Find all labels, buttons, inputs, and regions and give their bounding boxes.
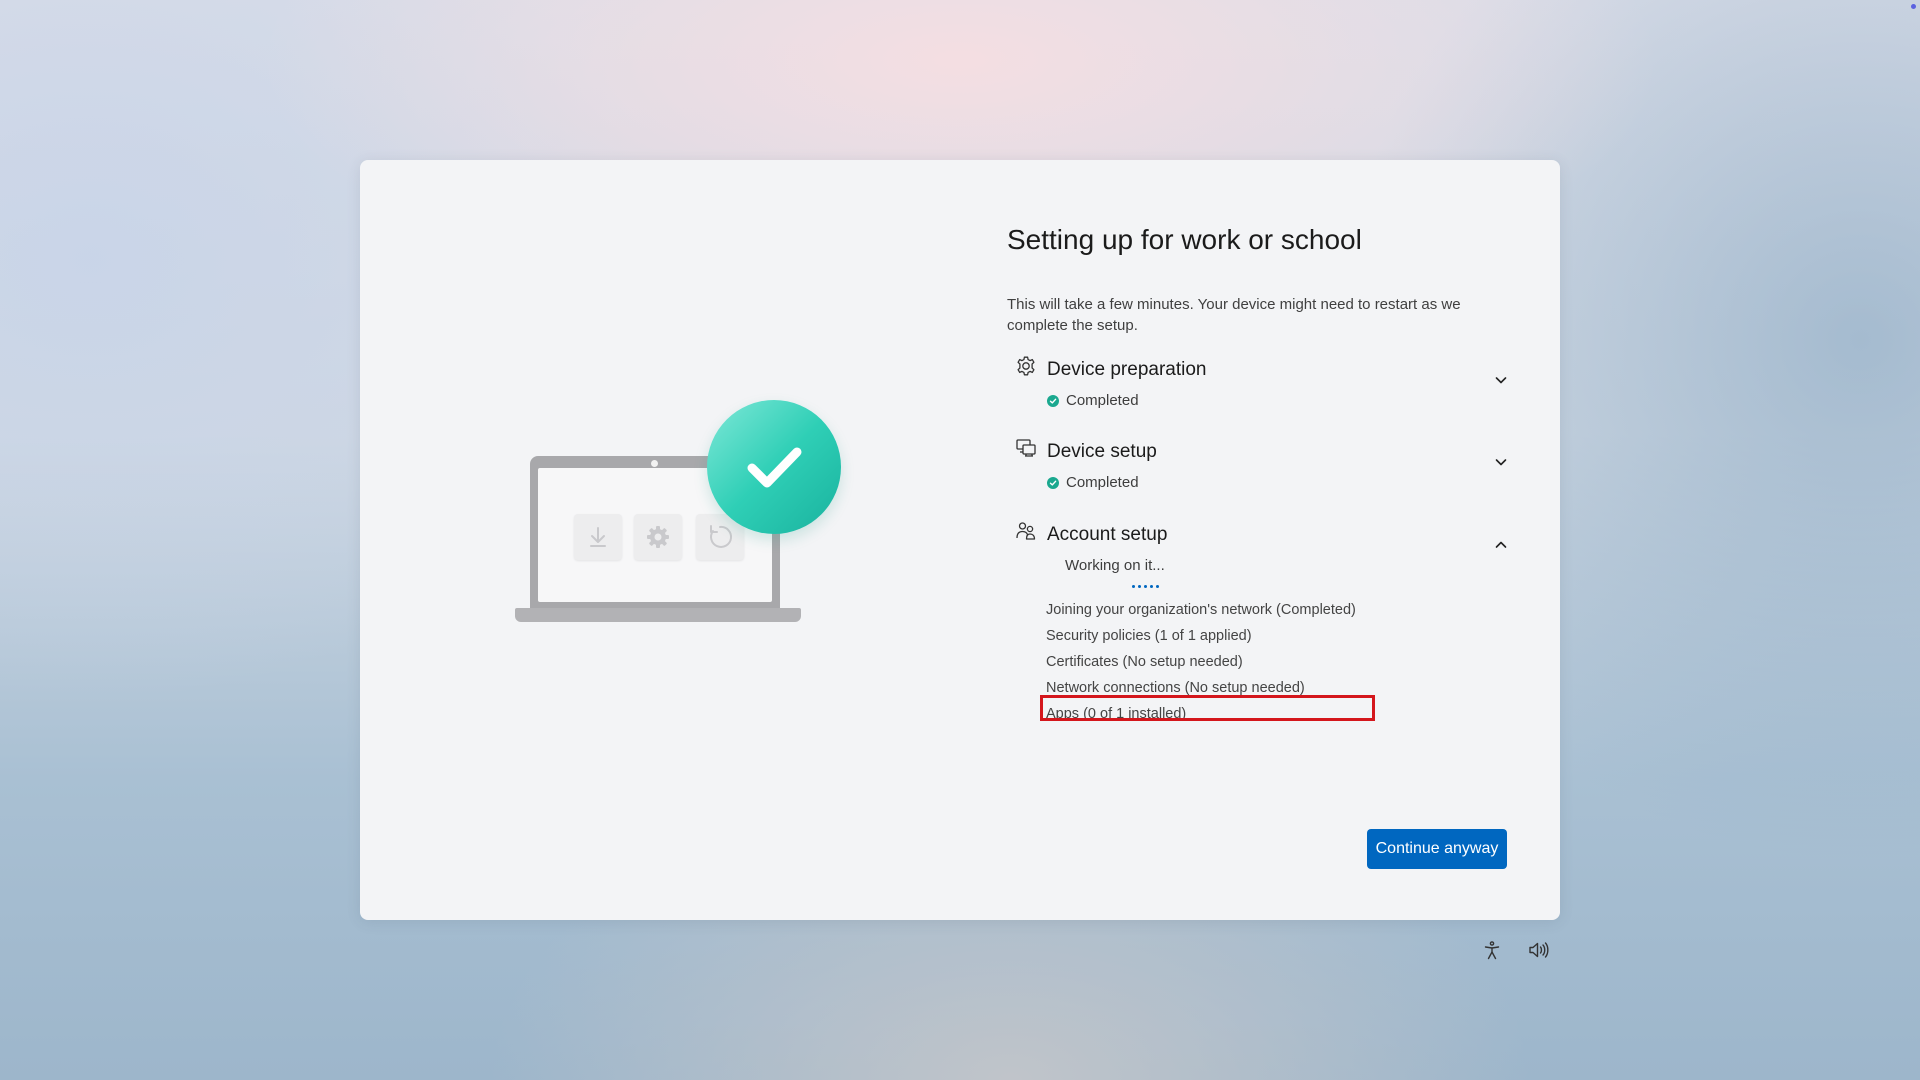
- status-text: Completed: [1066, 392, 1139, 409]
- devices-icon: [1015, 437, 1037, 459]
- continue-anyway-button[interactable]: Continue anyway: [1367, 829, 1507, 869]
- setup-illustration: [510, 400, 850, 640]
- section-status: Completed: [1047, 474, 1139, 491]
- settings-tile-icon: [634, 514, 682, 560]
- progress-indicator: [1132, 585, 1159, 588]
- section-status: Completed: [1047, 392, 1139, 409]
- people-icon: [1015, 520, 1037, 542]
- setup-dialog: Setting up for work or school This will …: [360, 160, 1560, 920]
- section-title: Device preparation: [1047, 359, 1207, 380]
- chevron-down-icon[interactable]: [1492, 453, 1510, 471]
- list-item: Joining your organization's network (Com…: [1046, 602, 1356, 618]
- laptop-camera: [651, 460, 658, 467]
- corner-indicator: [1911, 4, 1916, 9]
- chevron-up-icon[interactable]: [1492, 536, 1510, 554]
- section-account-setup[interactable]: Account setup Working on it...: [1015, 520, 1510, 580]
- section-title: Account setup: [1047, 524, 1168, 545]
- download-icon: [574, 514, 622, 560]
- status-text: Completed: [1066, 474, 1139, 491]
- laptop-base: [515, 608, 801, 622]
- gear-icon: [1015, 355, 1037, 377]
- section-device-preparation[interactable]: Device preparation Completed: [1015, 355, 1510, 415]
- section-device-setup[interactable]: Device setup Completed: [1015, 437, 1510, 497]
- page-description: This will take a few minutes. Your devic…: [1007, 296, 1461, 334]
- section-status: Working on it...: [1065, 557, 1165, 574]
- completed-check-icon: [1047, 476, 1059, 489]
- page-title: Setting up for work or school: [1007, 224, 1362, 255]
- accessibility-icon[interactable]: [1480, 938, 1504, 962]
- completed-check-icon: [1047, 394, 1059, 407]
- list-item: Security policies (1 of 1 applied): [1046, 628, 1252, 644]
- apps-highlight-box: [1040, 695, 1375, 721]
- success-check-icon: [707, 400, 841, 534]
- list-item: Certificates (No setup needed): [1046, 654, 1243, 670]
- status-text: Working on it...: [1065, 557, 1165, 574]
- section-title: Device setup: [1047, 441, 1157, 462]
- chevron-down-icon[interactable]: [1492, 371, 1510, 389]
- volume-icon[interactable]: [1527, 938, 1551, 962]
